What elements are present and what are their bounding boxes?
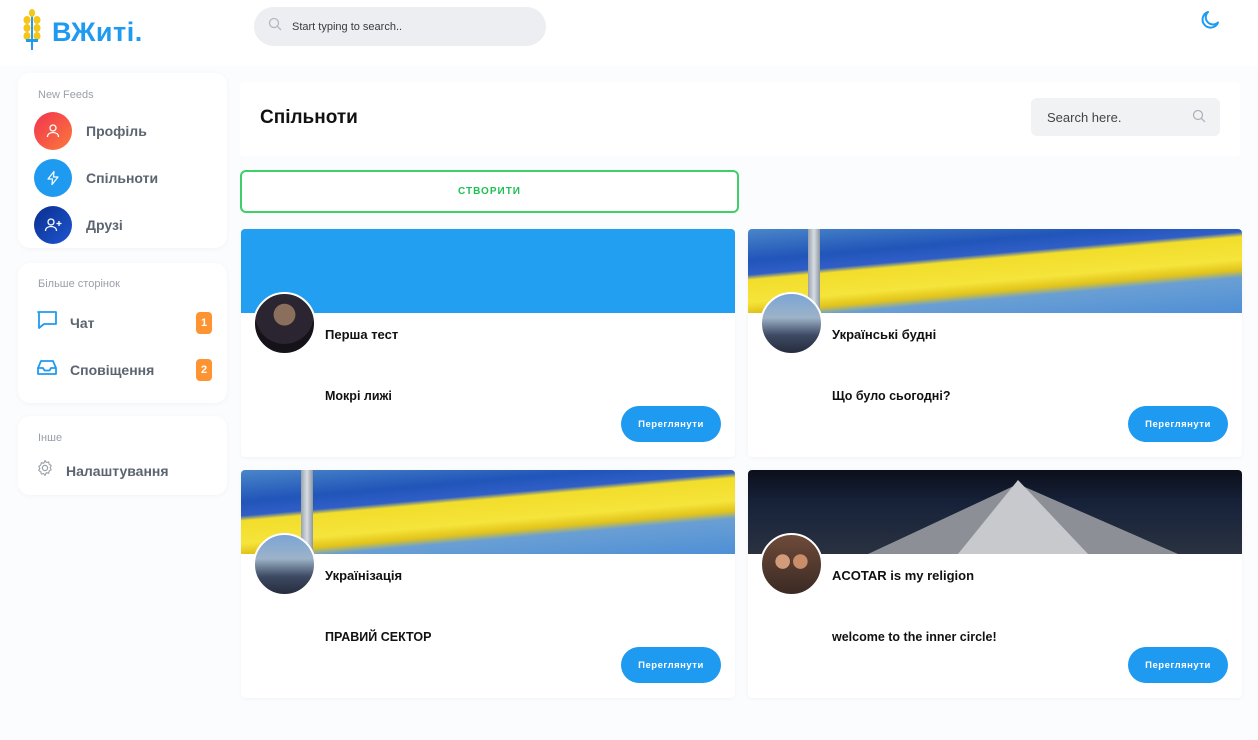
top-header: ВЖиті. [0,0,1258,66]
community-card[interactable]: Українізація ПРАВИЙ СЕКТОР Переглянути [241,470,735,698]
community-name: Українізація [325,568,403,583]
sidebar-section-title: Більше сторінок [38,278,120,290]
sidebar-section-title: New Feeds [38,89,94,101]
community-description: Що було сьогодні? [832,389,951,403]
sidebar-pages-card: Більше сторінок Чат 1 Сповіщення 2 [18,263,227,403]
sidebar-item-friends[interactable]: Друзі [34,206,123,244]
page-title: Спільноти [260,107,358,128]
page-header: Спільноти [240,82,1240,156]
community-description: Мокрі лижі [325,389,392,403]
sidebar-item-settings[interactable]: Налаштування [36,459,212,482]
community-name: Українські будні [832,327,937,342]
sidebar-item-chat[interactable]: Чат 1 [36,309,212,336]
sidebar-item-label: Чат [70,314,95,331]
avatar [760,292,823,355]
avatar [253,292,316,355]
sidebar-item-communities[interactable]: Спільноти [34,159,158,197]
sidebar-item-label: Сповіщення [70,361,155,378]
user-plus-icon [34,206,72,244]
sidebar-item-label: Друзі [86,217,123,233]
global-search-input[interactable] [292,20,532,33]
view-community-button[interactable]: Переглянути [621,647,721,683]
unread-badge: 1 [196,311,212,334]
logo-text: ВЖиті. [52,17,143,47]
community-description: welcome to the inner circle! [832,630,997,644]
community-description: ПРАВИЙ СЕКТОР [325,630,432,644]
sidebar-other-card: Інше Налаштування [18,416,227,495]
cover-image [748,229,1242,313]
sidebar-feeds-card: New Feeds Профіль Спільноти Друзі [18,73,227,248]
community-card[interactable]: Українські будні Що було сьогодні? Перег… [748,229,1242,457]
sidebar-item-notifications[interactable]: Сповіщення 2 [36,356,212,383]
avatar [253,533,316,596]
user-icon [34,112,72,150]
cover-image [241,470,735,554]
lightning-icon [34,159,72,197]
inbox-icon [36,356,58,383]
create-community-button[interactable]: СТВОРИТИ [240,170,739,213]
search-icon [268,17,282,36]
sidebar-item-label: Профіль [86,123,147,139]
view-community-button[interactable]: Переглянути [1128,647,1228,683]
community-name: ACOTAR is my religion [832,568,975,583]
unread-badge: 2 [196,358,212,381]
community-name: Перша тест [325,327,399,342]
chat-icon [36,309,58,336]
view-community-button[interactable]: Переглянути [621,406,721,442]
sidebar-section-title: Інше [38,432,63,444]
search-icon[interactable] [1192,109,1206,128]
cover-image [748,470,1242,554]
community-card[interactable]: Перша тест Мокрі лижі Переглянути [241,229,735,457]
global-search[interactable] [254,7,546,46]
community-search[interactable] [1031,98,1220,136]
view-community-button[interactable]: Переглянути [1128,406,1228,442]
gear-icon [36,459,54,482]
sidebar-item-label: Спільноти [86,170,159,186]
wheat-icon [22,8,42,57]
dark-mode-toggle[interactable] [1196,8,1224,36]
logo[interactable]: ВЖиті. [22,8,143,57]
sidebar-item-label: Налаштування [66,462,169,479]
cover-image [241,229,735,313]
sidebar-item-profile[interactable]: Профіль [34,112,147,150]
avatar [760,533,823,596]
moon-icon [1198,8,1222,37]
community-card[interactable]: ACOTAR is my religion welcome to the inn… [748,470,1242,698]
community-search-input[interactable] [1047,109,1177,125]
